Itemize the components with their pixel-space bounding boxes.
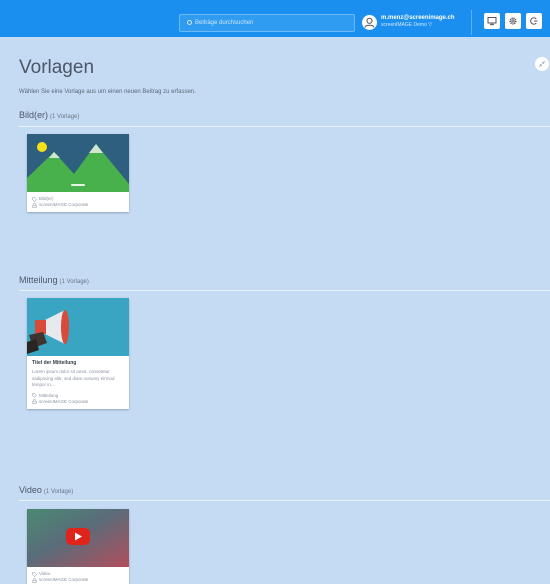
tag-icon xyxy=(32,571,37,577)
lock-icon xyxy=(32,202,37,208)
section-count: (1 Vorlage) xyxy=(59,279,89,285)
page-subtitle: Wählen Sie eine Vorlage aus um einen neu… xyxy=(19,89,196,95)
section-heading-images: Bild(er) (1 Vorlage) xyxy=(19,110,79,120)
template-card-video[interactable]: Video screenIMAGE Corporate xyxy=(27,509,129,584)
collapse-icon xyxy=(538,60,546,68)
section-title: Video xyxy=(19,485,42,495)
logout-icon xyxy=(530,17,538,25)
user-org-dropdown[interactable]: screenIMAGE Demo ▽ xyxy=(381,22,455,29)
collapse-button[interactable] xyxy=(535,57,549,71)
topbar-divider xyxy=(471,10,472,35)
card-owner: screenIMAGE Corporate xyxy=(32,202,124,208)
monitor-icon xyxy=(487,17,497,26)
section-divider xyxy=(19,500,550,501)
search-placeholder: Beiträge durchsuchen xyxy=(195,20,254,26)
lock-icon xyxy=(32,577,37,583)
card-title: Titel der Mitteilung xyxy=(32,360,77,366)
logout-button[interactable] xyxy=(526,13,542,29)
section-divider xyxy=(19,290,550,291)
card-owner: screenIMAGE Corporate xyxy=(32,577,124,583)
card-owner: screenIMAGE Corporate xyxy=(32,399,124,405)
search-input[interactable]: Beiträge durchsuchen xyxy=(179,14,355,32)
search-icon xyxy=(187,20,192,25)
settings-button[interactable] xyxy=(505,13,521,29)
section-divider xyxy=(19,126,550,127)
lock-icon xyxy=(32,399,37,404)
megaphone-thumbnail xyxy=(27,298,129,356)
top-bar: Beiträge durchsuchen m.menz@screenimage.… xyxy=(0,0,550,37)
section-count: (1 Vorlage) xyxy=(50,114,80,120)
user-menu[interactable]: m.menz@screenimage.ch screenIMAGE Demo ▽ xyxy=(381,15,455,29)
card-excerpt: Lorem ipsum dolor sit amet, consetetur s… xyxy=(32,369,115,387)
gear-icon xyxy=(509,17,517,25)
user-avatar[interactable] xyxy=(362,15,377,30)
tag-icon xyxy=(32,393,37,398)
template-card-images[interactable]: Bild(er) screenIMAGE Corporate xyxy=(27,134,129,212)
section-heading-video: Video (1 Vorlage) xyxy=(19,485,73,495)
template-card-message[interactable]: Titel der Mitteilung Lorem ipsum dolor s… xyxy=(27,298,129,409)
section-title: Mitteilung xyxy=(19,275,58,285)
tag-icon xyxy=(32,196,37,202)
user-email: m.menz@screenimage.ch xyxy=(381,15,455,21)
section-heading-message: Mitteilung (1 Vorlage) xyxy=(19,275,89,285)
landscape-thumbnail xyxy=(27,134,129,192)
section-count: (1 Vorlage) xyxy=(43,489,74,495)
monitor-button[interactable] xyxy=(484,13,500,29)
user-icon xyxy=(364,17,375,28)
video-thumbnail xyxy=(27,509,129,567)
section-title: Bild(er) xyxy=(19,110,49,120)
page-title: Vorlagen xyxy=(19,57,95,78)
